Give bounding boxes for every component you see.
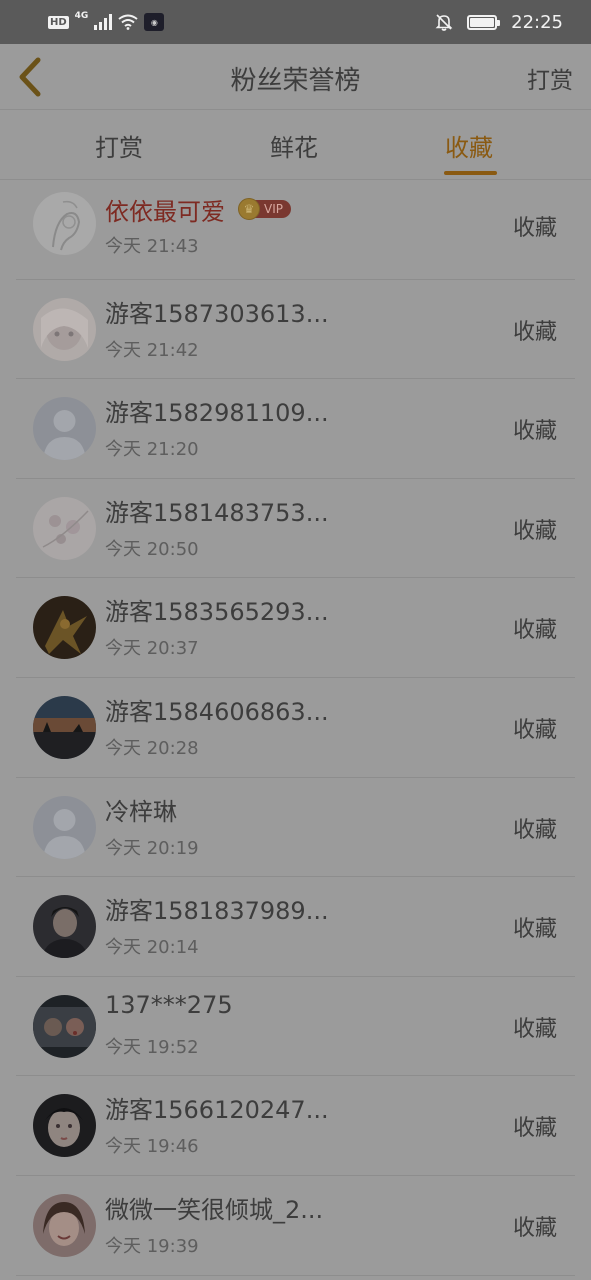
favorite-time: 今天 19:52 xyxy=(105,1036,199,1058)
page-title: 粉丝荣誉榜 xyxy=(230,66,361,96)
user-name: 游客1582981109... xyxy=(105,399,329,428)
favorite-label: 收藏 xyxy=(512,1116,557,1142)
active-tab-indicator xyxy=(444,171,497,175)
girl-face-avatar[interactable] xyxy=(33,1094,96,1158)
user-name: 游客1584606863... xyxy=(105,697,329,726)
list-item[interactable]: 依依最可爱 ♛ VIP 今天 21:43 收藏 xyxy=(0,180,591,280)
battery-icon xyxy=(467,14,501,30)
header-bar: 粉丝荣誉榜 打赏 xyxy=(0,44,591,110)
list-item[interactable]: 微微一笑很倾城_2... 今天 19:39 收藏 xyxy=(0,1176,591,1276)
wifi-icon xyxy=(118,14,138,30)
favorite-time: 今天 21:42 xyxy=(105,339,199,361)
movie-still-avatar[interactable] xyxy=(33,994,96,1058)
favorite-label: 收藏 xyxy=(512,1016,557,1042)
favorite-label: 收藏 xyxy=(512,419,557,445)
user-name: 游客1566120247... xyxy=(105,1096,329,1125)
sunset-avatar[interactable] xyxy=(33,695,96,759)
network-type: 4G xyxy=(74,11,89,21)
list-item[interactable]: 游客1583565293... 今天 20:37 收藏 xyxy=(0,578,591,678)
signal-icon xyxy=(94,14,113,30)
fan-list: 依依最可爱 ♛ VIP 今天 21:43 收藏 游客1587303613... … xyxy=(0,180,591,1276)
list-item[interactable]: 游客1581483753... 今天 20:50 收藏 xyxy=(0,479,591,579)
list-item[interactable]: 游客1566120247... 今天 19:46 收藏 xyxy=(0,1076,591,1176)
list-item[interactable]: 游客1582981109... 今天 21:20 收藏 xyxy=(0,379,591,479)
favorite-time: 今天 19:39 xyxy=(105,1235,199,1257)
status-time: 22:25 xyxy=(511,11,563,33)
default-user-avatar[interactable] xyxy=(33,795,96,859)
favorite-label: 收藏 xyxy=(512,817,557,843)
favorite-label: 收藏 xyxy=(512,618,557,644)
list-item[interactable]: 游客1584606863... 今天 20:28 收藏 xyxy=(0,678,591,778)
dancer-avatar[interactable] xyxy=(33,596,96,660)
smiling-girl-avatar[interactable] xyxy=(33,1193,96,1257)
vip-badge: ♛ VIP xyxy=(238,198,291,220)
app-icon: ◉ xyxy=(144,13,165,31)
favorite-time: 今天 19:46 xyxy=(105,1136,199,1158)
status-bar: HD 4G ◉ 22:25 xyxy=(0,0,591,44)
user-name: 游客1583565293... xyxy=(105,598,329,627)
user-name: 137***275 xyxy=(105,990,233,1019)
list-item[interactable]: 冷梓琳 今天 20:19 收藏 xyxy=(0,778,591,878)
favorite-time: 今天 20:19 xyxy=(105,837,199,859)
mute-bell-icon xyxy=(435,14,453,31)
user-name: 游客1581483753... xyxy=(105,498,329,527)
hd-badge: HD xyxy=(48,15,69,29)
flower-avatar[interactable] xyxy=(33,496,96,560)
favorite-label: 收藏 xyxy=(512,518,557,544)
list-item[interactable]: 游客1581837989... 今天 20:14 收藏 xyxy=(0,877,591,977)
user-name: 依依最可爱 xyxy=(105,198,225,226)
favorite-time: 今天 20:14 xyxy=(105,937,199,959)
user-name: 冷梓琳 xyxy=(105,797,177,826)
favorite-label: 收藏 xyxy=(512,917,557,943)
tab-flowers[interactable]: 鲜花 xyxy=(270,128,318,163)
favorite-label: 收藏 xyxy=(512,1215,557,1241)
favorite-time: 今天 21:20 xyxy=(105,439,199,461)
tab-bar: 打赏 鲜花 收藏 xyxy=(0,110,591,180)
tab-reward[interactable]: 打赏 xyxy=(95,128,143,163)
favorite-time: 今天 20:37 xyxy=(105,638,199,660)
user-name: 微微一笑很倾城_2... xyxy=(105,1195,324,1224)
user-name: 游客1587303613... xyxy=(105,299,329,328)
favorite-time: 今天 21:43 xyxy=(105,236,199,257)
favorite-label: 收藏 xyxy=(512,717,557,743)
user-name: 游客1581837989... xyxy=(105,897,329,926)
list-item[interactable]: 游客1587303613... 今天 21:42 收藏 xyxy=(0,280,591,380)
crown-icon: ♛ xyxy=(238,198,260,220)
tab-favorites[interactable]: 收藏 xyxy=(445,128,493,163)
default-user-avatar[interactable] xyxy=(33,397,96,461)
favorite-label: 收藏 xyxy=(512,216,557,241)
sketch-girl-avatar[interactable] xyxy=(33,192,96,255)
screen: HD 4G ◉ 22:25 粉丝荣誉榜 打赏 打赏 鲜花 收藏 依依最可爱 ♛ … xyxy=(0,0,591,1280)
favorite-time: 今天 20:50 xyxy=(105,538,199,560)
reward-button[interactable]: 打赏 xyxy=(527,61,573,95)
list-item[interactable]: 137***275 今天 19:52 收藏 xyxy=(0,977,591,1077)
favorite-time: 今天 20:28 xyxy=(105,737,199,759)
boy-photo-avatar[interactable] xyxy=(33,895,96,959)
anime-girl-avatar[interactable] xyxy=(33,297,96,361)
favorite-label: 收藏 xyxy=(512,319,557,345)
